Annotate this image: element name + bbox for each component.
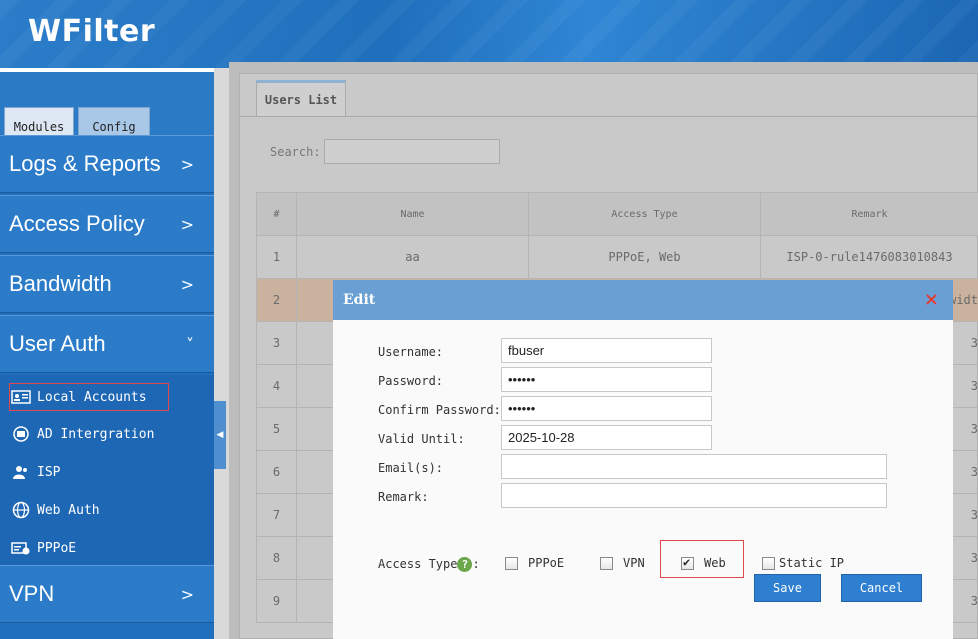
column-header-name[interactable]: Name	[296, 192, 529, 236]
brand-logo: WFilter	[28, 14, 156, 49]
remark-label: Remark:	[378, 490, 429, 504]
sub-item-label: AD Intergration	[37, 426, 155, 442]
sidebar-collapse-handle[interactable]: ◀	[214, 401, 226, 469]
chevron-right-icon: >	[180, 214, 194, 234]
nav-label: Access Policy	[9, 211, 145, 236]
row-number: 9	[256, 579, 297, 623]
globe-icon	[10, 501, 32, 519]
id-card-icon	[10, 389, 32, 405]
confirm-password-label: Confirm Password:	[378, 403, 501, 417]
sub-item-label: ISP	[37, 464, 61, 480]
users-icon	[10, 464, 32, 480]
search-label: Search:	[270, 145, 321, 159]
sub-item-label: Web Auth	[37, 502, 100, 518]
edit-dialog: Edit × Username: Password: Confirm Passw…	[333, 280, 953, 639]
directory-icon	[10, 426, 32, 442]
table-row[interactable]: 1 aa PPPoE, Web ISP-0-rule1476083010843	[256, 235, 978, 279]
valid-until-label: Valid Until:	[378, 432, 465, 446]
row-number: 2	[256, 278, 297, 322]
nav-user-auth[interactable]: User Auth ˅	[0, 315, 214, 373]
email-field[interactable]	[501, 454, 887, 479]
dialog-header: Edit ×	[333, 280, 953, 320]
cancel-button[interactable]: Cancel	[841, 574, 922, 602]
vpn-label: VPN	[623, 556, 645, 570]
row-number: 4	[256, 364, 297, 408]
chevron-right-icon: >	[180, 274, 194, 294]
access-static-ip-option[interactable]: Static IP	[762, 556, 844, 570]
sidebar-item-ad-integration[interactable]: AD Intergration	[10, 420, 154, 448]
search-input[interactable]	[324, 139, 500, 164]
tab-divider	[240, 116, 978, 117]
sub-item-label: PPPoE	[37, 540, 77, 556]
row-number: 7	[256, 493, 297, 537]
nav-label: Logs & Reports	[9, 151, 161, 176]
nav-access-policy[interactable]: Access Policy >	[0, 195, 214, 253]
column-header-remark[interactable]: Remark	[760, 192, 978, 236]
remark-field[interactable]	[501, 483, 887, 508]
username-label: Username:	[378, 345, 444, 359]
row-name: aa	[296, 235, 529, 279]
static-ip-label: Static IP	[779, 556, 845, 570]
vpn-checkbox[interactable]	[600, 556, 613, 570]
sidebar-item-local-accounts[interactable]: Local Accounts	[9, 383, 169, 411]
row-number: 1	[256, 235, 297, 279]
sidebar-item-pppoe[interactable]: PPPoE	[10, 534, 76, 562]
save-button[interactable]: Save	[754, 574, 821, 602]
valid-until-field[interactable]	[501, 425, 712, 450]
row-number: 6	[256, 450, 297, 494]
sub-item-label: Local Accounts	[37, 389, 147, 405]
username-field[interactable]	[501, 338, 712, 363]
nav-label: VPN	[9, 581, 55, 606]
row-number: 5	[256, 407, 297, 451]
static-ip-checkbox[interactable]	[762, 556, 775, 570]
chevron-right-icon: >	[180, 154, 194, 174]
confirm-password-field[interactable]	[501, 396, 712, 421]
nav-vpn[interactable]: VPN >	[0, 565, 214, 623]
access-web-option[interactable]: Web	[681, 555, 726, 570]
close-icon[interactable]: ×	[924, 289, 939, 310]
sidebar: Modules Config Logs & Reports > Access P…	[0, 68, 214, 639]
access-vpn-option[interactable]: VPN	[600, 556, 645, 570]
access-type-label: Access Type?:	[378, 557, 480, 572]
email-label: Email(s):	[378, 461, 444, 475]
web-checkbox[interactable]	[681, 555, 694, 570]
dialog-title: Edit	[343, 292, 376, 308]
chevron-right-icon: >	[180, 584, 194, 604]
row-remark: ISP-0-rule1476083010843	[760, 235, 978, 279]
chevron-down-icon: ˅	[186, 334, 194, 354]
nav-logs-reports[interactable]: Logs & Reports >	[0, 135, 214, 193]
top-header: WFilter	[0, 0, 978, 68]
user-auth-submenu: Local Accounts AD Intergration ISP Web A…	[0, 375, 214, 565]
pppoe-label: PPPoE	[528, 556, 565, 570]
nav-label: Bandwidth	[9, 271, 112, 296]
nav-bandwidth[interactable]: Bandwidth >	[0, 255, 214, 313]
nav-label: User Auth	[9, 331, 106, 356]
row-number: 3	[256, 321, 297, 365]
tab-users-list[interactable]: Users List	[256, 80, 346, 117]
pppoe-checkbox[interactable]	[505, 556, 518, 570]
password-label: Password:	[378, 374, 444, 388]
password-field[interactable]	[501, 367, 712, 392]
pppoe-icon	[10, 540, 32, 556]
chevron-left-icon: ◀	[216, 430, 224, 440]
access-type-colon: :	[472, 557, 480, 571]
access-type-text: Access Type	[378, 557, 458, 571]
sidebar-item-isp[interactable]: ISP	[10, 458, 60, 486]
sidebar-item-web-auth[interactable]: Web Auth	[10, 496, 100, 524]
help-icon[interactable]: ?	[457, 557, 473, 572]
access-pppoe-option[interactable]: PPPoE	[505, 556, 564, 570]
row-access-type: PPPoE, Web	[528, 235, 761, 279]
column-header-number: #	[256, 192, 297, 236]
row-number: 8	[256, 536, 297, 580]
web-label: Web	[704, 556, 726, 570]
column-header-access-type[interactable]: Access Type	[528, 192, 761, 236]
sidebar-tabs-bar: Modules Config	[0, 68, 214, 139]
